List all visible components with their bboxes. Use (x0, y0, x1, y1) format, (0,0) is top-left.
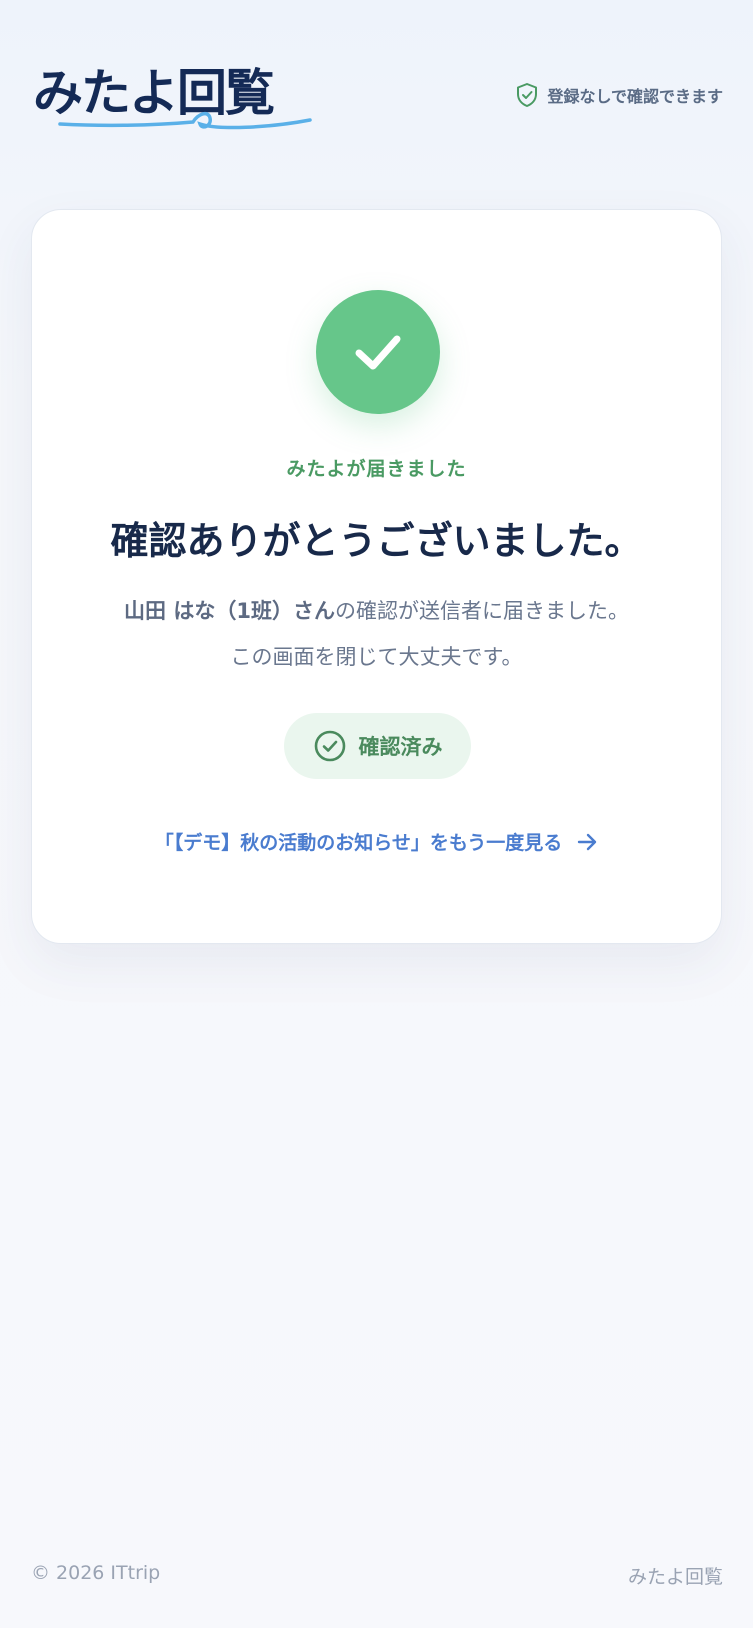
success-indicator (316, 290, 440, 414)
view-again-link[interactable]: 「【デモ】秋の活動のお知らせ」をもう一度見る (32, 828, 721, 855)
message-line-1-rest: の確認が送信者に届きました。 (334, 599, 629, 623)
arrow-right-icon (578, 833, 597, 850)
logo-swoosh-icon (58, 111, 312, 130)
page-title: 確認ありがとうございました。 (110, 519, 643, 563)
status-badge: 確認済み (284, 713, 471, 779)
confirmation-card: みたよが届きました 確認ありがとうございました。 山田 はな（1班）さんの確認が… (31, 209, 722, 944)
copyright: © 2026 ITtrip (31, 1562, 161, 1584)
no-registration-note: 登録なしで確認できます (515, 82, 723, 108)
shield-check-icon (517, 83, 538, 107)
recipient-name: 山田 はな（1班）さん (124, 599, 335, 623)
view-again-link-label: 「【デモ】秋の活動のお知らせ」をもう一度見る (154, 832, 563, 854)
logo[interactable]: みたよ回覧 (33, 62, 312, 132)
header-note-text: 登録なしで確認できます (547, 87, 723, 106)
message-line-1: 山田 はな（1班）さんの確認が送信者に届きました。 (32, 588, 721, 634)
eyebrow-text: みたよが届きました (286, 458, 467, 480)
status-badge-label: 確認済み (358, 735, 443, 759)
footer-brand: みたよ回覧 (627, 1566, 723, 1588)
confirmation-message: 山田 はな（1班）さんの確認が送信者に届きました。 この画面を閉じて大丈夫です。 (32, 588, 721, 680)
check-icon (355, 335, 401, 370)
check-circle-icon (314, 730, 345, 762)
header: みたよ回覧 登録なしで確認できます (0, 0, 753, 160)
message-line-2: この画面を閉じて大丈夫です。 (230, 645, 523, 669)
